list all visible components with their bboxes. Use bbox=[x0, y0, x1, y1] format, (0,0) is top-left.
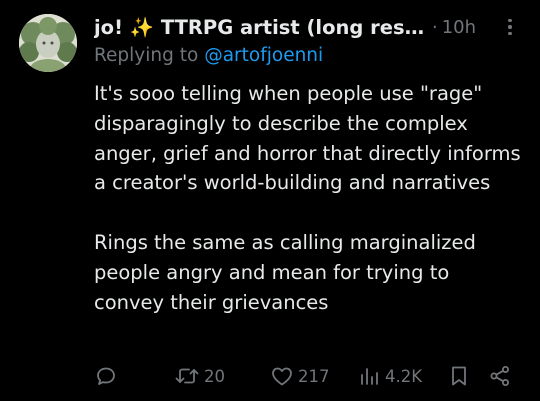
like-button[interactable]: 217 bbox=[270, 362, 330, 390]
view-count: 4.2K bbox=[385, 366, 423, 386]
share-button[interactable] bbox=[488, 362, 512, 390]
tweet-paragraph: It's sooo telling when people use "rage"… bbox=[94, 82, 521, 195]
replying-to: Replying to @artofjoenni bbox=[94, 45, 323, 66]
bar-chart-icon bbox=[359, 364, 381, 388]
replying-prefix: Replying to bbox=[94, 45, 199, 66]
bookmark-icon bbox=[448, 364, 470, 388]
replying-handle-link[interactable]: @artofjoenni bbox=[204, 45, 323, 66]
avatar[interactable] bbox=[19, 14, 77, 72]
display-name[interactable]: jo! ✨ TTRPG artist (long resti... bbox=[94, 16, 426, 39]
tweet-header: jo! ✨ TTRPG artist (long resti... · 10h bbox=[94, 12, 520, 42]
retweet-count: 20 bbox=[204, 366, 225, 386]
heart-icon bbox=[270, 364, 294, 388]
bookmark-button[interactable] bbox=[448, 362, 470, 390]
retweet-icon bbox=[174, 364, 200, 388]
retweet-button[interactable]: 20 bbox=[174, 362, 225, 390]
timestamp[interactable]: 10h bbox=[442, 17, 476, 38]
like-count: 217 bbox=[298, 366, 330, 386]
more-options-icon[interactable] bbox=[500, 14, 520, 40]
action-bar: 20 217 4.2K bbox=[94, 362, 518, 390]
reply-button[interactable] bbox=[94, 362, 118, 390]
tweet-text: It's sooo telling when people use "rage"… bbox=[94, 79, 524, 317]
share-icon bbox=[488, 364, 512, 388]
tweet-paragraph: Rings the same as calling marginalized p… bbox=[94, 230, 476, 314]
views-button[interactable]: 4.2K bbox=[359, 362, 422, 390]
separator-dot: · bbox=[432, 16, 438, 38]
speech-bubble-icon bbox=[94, 364, 118, 388]
